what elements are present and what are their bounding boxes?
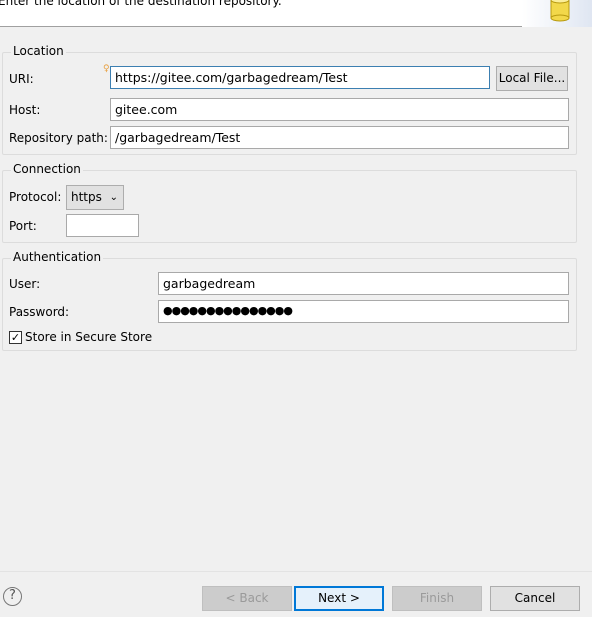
footer-divider (0, 571, 592, 572)
cancel-button[interactable]: Cancel (490, 586, 580, 611)
connection-title: Connection (11, 162, 83, 176)
uri-label: URI: (9, 72, 34, 86)
repository-path-input[interactable]: /garbagedream/Test (110, 126, 569, 149)
repository-path-label: Repository path: (9, 131, 108, 145)
user-label: User: (9, 277, 41, 291)
store-secure-checkbox[interactable]: ✓ (9, 331, 22, 344)
local-file-button[interactable]: Local File... (496, 66, 568, 91)
host-label: Host: (9, 103, 41, 117)
protocol-value: https (71, 190, 102, 204)
content-assist-icon: ♀ (103, 64, 110, 74)
wizard-header: Enter the location of the destination re… (0, 0, 592, 27)
port-label: Port: (9, 219, 37, 233)
protocol-select[interactable]: https ⌄ (66, 185, 124, 210)
header-description: Enter the location of the destination re… (0, 0, 282, 8)
finish-button[interactable]: Finish (392, 586, 482, 611)
back-button[interactable]: < Back (202, 586, 292, 611)
chevron-down-icon: ⌄ (109, 192, 118, 203)
store-secure-label: Store in Secure Store (25, 330, 153, 344)
password-label: Password: (9, 305, 70, 319)
uri-input[interactable]: https://gitee.com/garbagedream/Test (110, 66, 490, 89)
help-icon[interactable]: ? (3, 587, 22, 606)
password-input[interactable]: ●●●●●●●●●●●●●●● (158, 300, 569, 323)
next-button[interactable]: Next > (294, 586, 384, 611)
host-input[interactable]: gitee.com (110, 98, 569, 121)
location-title: Location (11, 44, 66, 58)
protocol-label: Protocol: (9, 190, 62, 204)
user-input[interactable]: garbagedream (158, 272, 569, 295)
port-input[interactable] (66, 214, 139, 237)
authentication-title: Authentication (11, 250, 104, 264)
database-icon (550, 0, 570, 22)
